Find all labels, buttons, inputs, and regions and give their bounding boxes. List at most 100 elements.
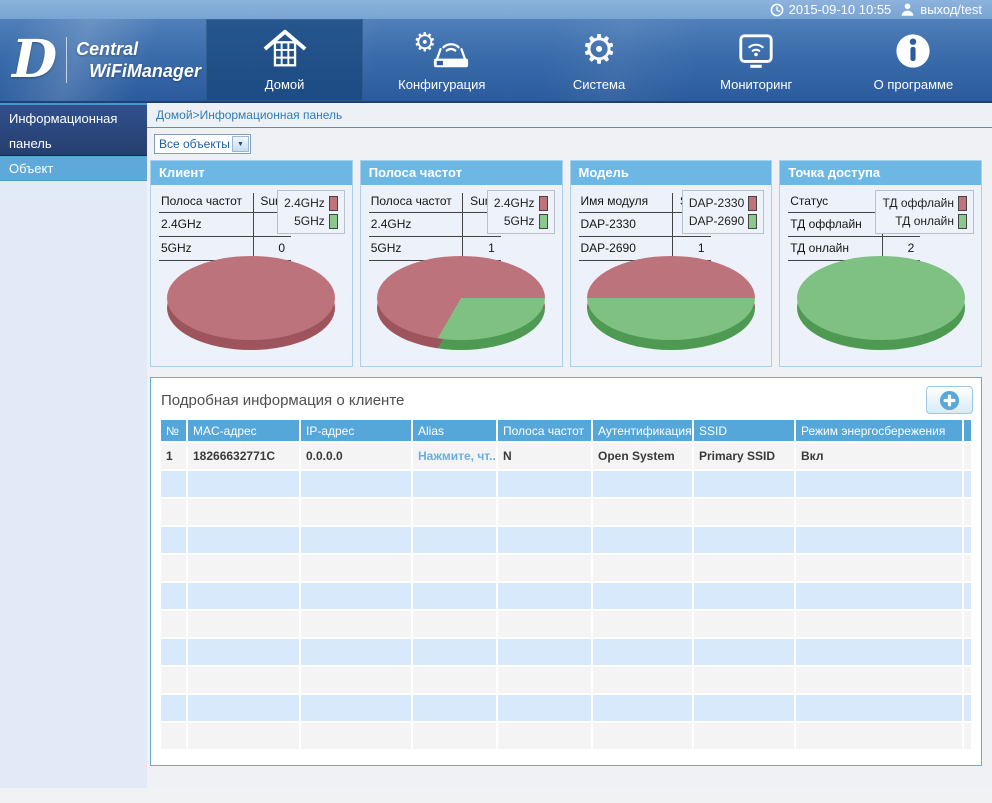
table-cell: 18266632771C — [188, 443, 299, 469]
chevron-down-icon[interactable]: ▼ — [232, 136, 249, 152]
legend-swatch — [958, 196, 967, 211]
empty-cell — [964, 611, 971, 637]
pie-top — [167, 256, 335, 340]
empty-cell — [188, 583, 299, 609]
legend-swatch — [329, 196, 338, 211]
add-button[interactable] — [926, 386, 973, 414]
empty-cell — [593, 611, 692, 637]
chart-panel-2: Полоса частотПолоса частотSum2.4GHz25GHz… — [360, 160, 563, 367]
empty-cell — [964, 527, 971, 553]
nav-tab-label: Система — [573, 77, 625, 92]
empty-cell — [413, 639, 496, 665]
sidebar-item-1[interactable]: Информационная панель — [0, 105, 147, 156]
empty-cell — [964, 583, 971, 609]
table-cell: Вкл — [796, 443, 962, 469]
column-header: Alias — [413, 420, 496, 441]
dlink-d-logo: D — [12, 37, 57, 84]
empty-row — [161, 527, 971, 553]
panel-title-row: Подробная информация о клиенте — [159, 382, 973, 418]
column-header: IP-адрес — [301, 420, 411, 441]
empty-cell — [498, 667, 591, 693]
empty-cell — [161, 555, 186, 581]
object-filter-select[interactable]: Все объекты ▼ — [154, 134, 251, 154]
table-cell: Primary SSID — [694, 443, 794, 469]
empty-cell — [188, 555, 299, 581]
empty-row — [161, 499, 971, 525]
empty-cell — [593, 471, 692, 497]
nav-tab-5[interactable]: О программе — [835, 19, 992, 101]
nav-tab-label: Конфигурация — [398, 77, 485, 92]
clock-icon — [770, 3, 784, 17]
pie-top — [377, 256, 545, 340]
empty-cell — [964, 499, 971, 525]
nav-tab-1[interactable]: Домой — [206, 19, 363, 101]
brand-line1: Central — [76, 38, 201, 60]
empty-cell — [301, 611, 411, 637]
empty-cell — [964, 695, 971, 721]
empty-cell — [593, 555, 692, 581]
chart-summary-table: Полоса частотSum2.4GHz25GHz1 — [369, 193, 501, 261]
empty-cell — [188, 695, 299, 721]
empty-cell — [498, 583, 591, 609]
nav-tabs: Домой ⚙ Конфигурация ⚙СистемаМониторингО пр… — [206, 19, 992, 101]
empty-cell — [301, 471, 411, 497]
column-header: Аутентификация — [593, 420, 692, 441]
column-header: Полоса частот — [498, 420, 591, 441]
mini-col-header: Полоса частот — [369, 193, 463, 213]
empty-cell — [161, 639, 186, 665]
logout-link[interactable]: выход/test — [920, 2, 982, 17]
sidebar-item-2[interactable]: Объект — [0, 156, 147, 181]
chart-title: Точка доступа — [780, 161, 981, 185]
chart-title: Клиент — [151, 161, 352, 185]
empty-row — [161, 695, 971, 721]
empty-cell — [796, 667, 962, 693]
empty-cell — [694, 639, 794, 665]
empty-cell — [498, 471, 591, 497]
nav-tab-3[interactable]: ⚙Система — [520, 19, 677, 101]
column-header: № — [161, 420, 186, 441]
empty-row — [161, 555, 971, 581]
table-cell: N — [498, 443, 591, 469]
empty-cell — [964, 667, 971, 693]
pie-chart — [167, 256, 335, 350]
empty-cell — [161, 695, 186, 721]
empty-cell — [413, 555, 496, 581]
config-icon: ⚙ — [413, 24, 470, 70]
empty-cell — [694, 527, 794, 553]
pie-chart — [377, 256, 545, 350]
empty-cell — [161, 471, 186, 497]
chart-title: Модель — [571, 161, 772, 185]
plus-icon — [939, 390, 960, 411]
chart-panel-4: Точка доступаСтатусSumТД оффлайн0ТД онла… — [779, 160, 982, 367]
panel-title: Подробная информация о клиенте — [159, 392, 404, 409]
empty-cell — [796, 639, 962, 665]
empty-cell — [161, 667, 186, 693]
empty-cell — [964, 471, 971, 497]
legend-entry: 5GHz — [284, 212, 338, 230]
empty-cell — [796, 471, 962, 497]
empty-cell — [161, 583, 186, 609]
empty-cell — [301, 695, 411, 721]
nav-tab-4[interactable]: Мониторинг — [678, 19, 835, 101]
table-cell: 1 — [161, 443, 186, 469]
datetime-text: 2015-09-10 10:55 — [789, 2, 892, 17]
empty-cell — [301, 639, 411, 665]
empty-cell — [964, 639, 971, 665]
table-cell: 0.0.0.0 — [301, 443, 411, 469]
empty-cell — [301, 527, 411, 553]
legend-swatch — [958, 214, 967, 229]
empty-cell — [413, 667, 496, 693]
empty-cell — [188, 611, 299, 637]
table-header-row: №MAC-адресIP-адресAliasПолоса частотАуте… — [161, 420, 971, 441]
legend-swatch — [539, 196, 548, 211]
empty-cell — [188, 723, 299, 749]
empty-cell — [301, 555, 411, 581]
alias-link[interactable]: Нажмите, чт... — [413, 443, 496, 469]
nav-tab-2[interactable]: ⚙ Конфигурация — [363, 19, 520, 101]
empty-cell — [593, 723, 692, 749]
legend-entry: 5GHz — [494, 212, 548, 230]
mini-row: 2.4GHz1 — [159, 213, 291, 237]
nav-tab-label: Домой — [265, 77, 305, 92]
page: 2015-09-10 10:55 выход/test D Central Wi… — [0, 0, 992, 801]
pie-chart — [797, 256, 965, 350]
